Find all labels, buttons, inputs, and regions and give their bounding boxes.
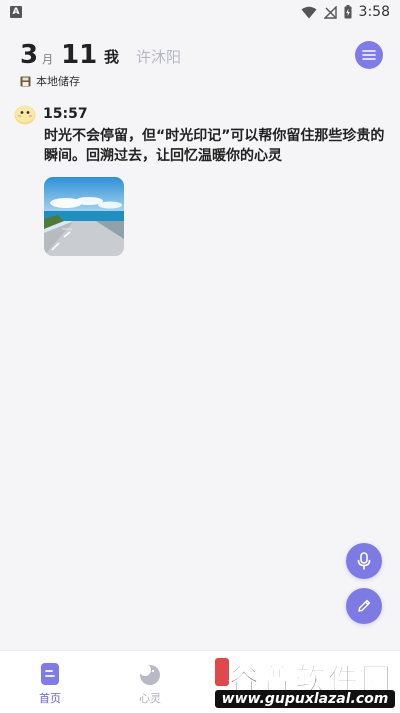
no-signal-icon [323, 5, 337, 19]
pencil-icon [358, 599, 371, 612]
voice-record-button[interactable] [346, 543, 382, 579]
entry-time: 15:57 [43, 106, 88, 122]
status-bar: A 3:58 [0, 0, 400, 24]
status-right: 3:58 [301, 4, 390, 20]
moon-icon [139, 664, 160, 685]
watermark-logo-mark [215, 658, 229, 686]
road-by-sea-photo [44, 177, 124, 256]
site-watermark: 谷普软件园 www.gupuxlazal.com [215, 654, 397, 710]
write-entry-button[interactable] [346, 588, 382, 624]
date-day: 11 [61, 40, 98, 70]
storage-indicator[interactable]: 本地储存 [20, 73, 80, 89]
home-doc-icon [41, 663, 59, 685]
smiley-mood-icon [14, 105, 36, 125]
menu-button[interactable] [355, 41, 383, 69]
status-left: A [10, 6, 22, 18]
app-notification-icon: A [10, 6, 22, 18]
tab-other-user[interactable]: 许沐阳 [136, 46, 181, 67]
entry-header: 15:57 [14, 103, 88, 125]
nav-label-home: 首页 [39, 692, 61, 705]
microphone-icon [357, 552, 371, 570]
date-month: 3 [20, 40, 39, 70]
nav-item-soul[interactable]: 心灵 [120, 651, 180, 713]
entry-photo[interactable] [44, 177, 124, 256]
save-disk-icon [20, 76, 31, 86]
nav-label-soul: 心灵 [139, 692, 161, 705]
battery-icon [344, 5, 352, 19]
menu-icon [362, 50, 376, 60]
wifi-icon [301, 6, 317, 18]
nav-item-home[interactable]: 首页 [20, 651, 80, 713]
entry-text[interactable]: 时光不会停留，但“时光印记”可以帮你留住那些珍贵的瞬间。回溯过去，让回忆温暖你的… [44, 126, 390, 166]
date-display: 3 月 11 [20, 40, 97, 70]
watermark-url: www.gupuxlazal.com [215, 690, 395, 708]
status-time: 3:58 [358, 4, 390, 20]
date-month-unit: 月 [42, 53, 54, 66]
tab-me[interactable]: 我 [104, 46, 119, 67]
storage-label: 本地储存 [36, 75, 80, 88]
